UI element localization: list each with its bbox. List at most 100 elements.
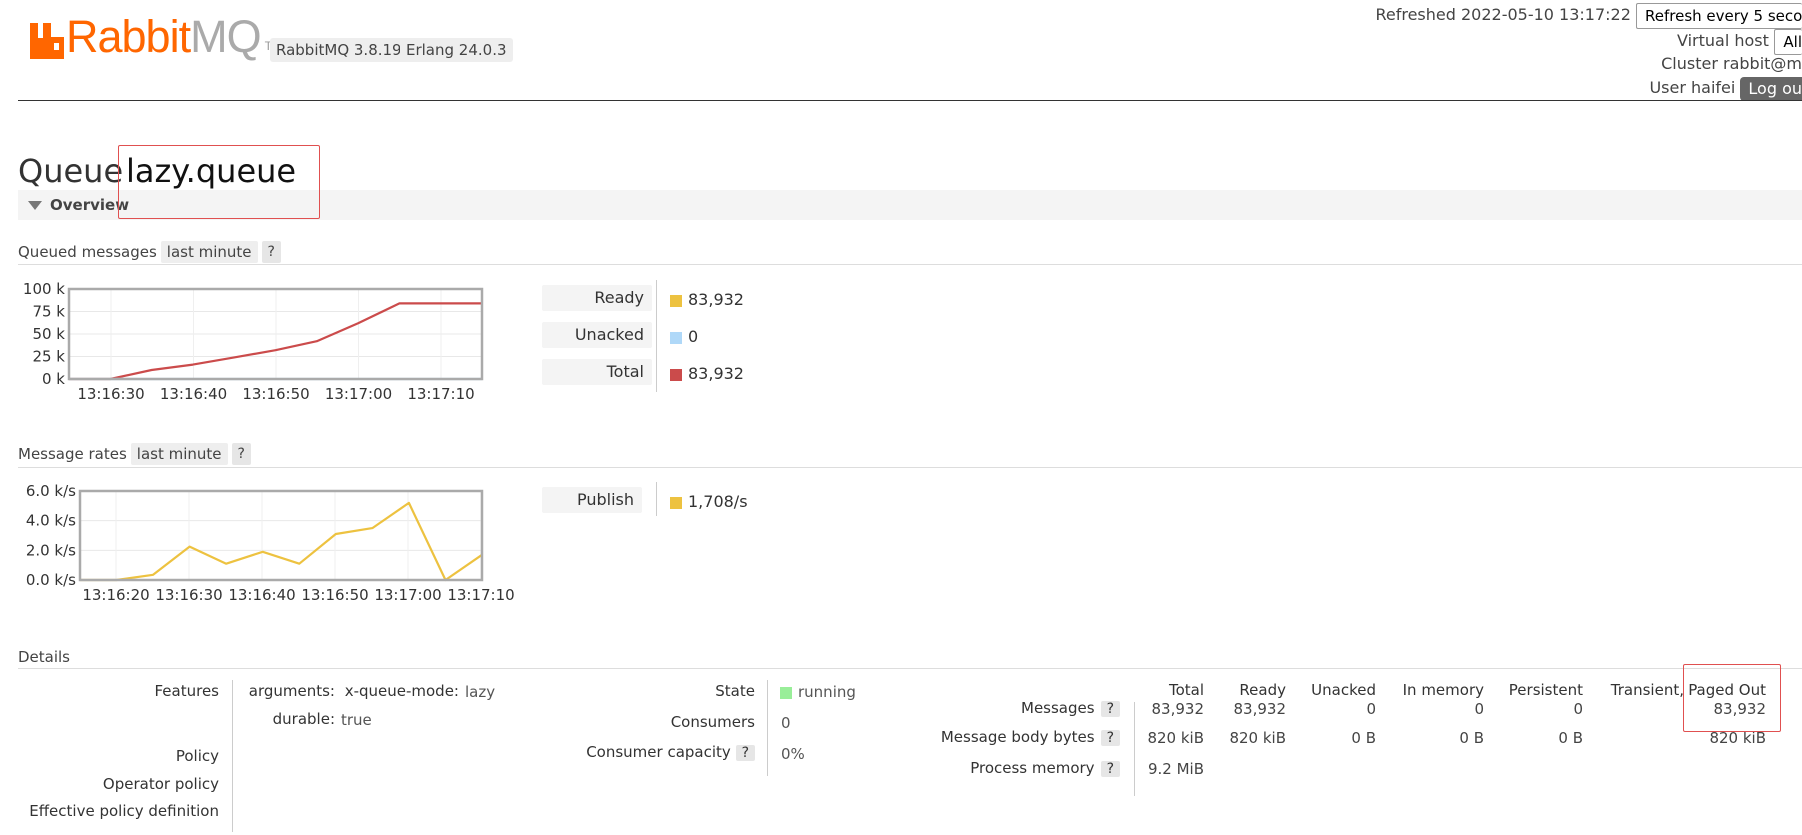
y-tick-label: 6.0 k/s: [26, 482, 76, 500]
refresh-interval-select[interactable]: Refresh every 5 seconds: [1636, 2, 1802, 29]
stats-cell: 0: [1474, 700, 1484, 718]
effective-policy-label: Effective policy definition: [29, 802, 219, 820]
page-title: Queue: [18, 152, 123, 190]
stats-cell: 0: [1366, 700, 1376, 718]
legend-publish-value: 1,708/s: [688, 492, 748, 511]
total-swatch: [670, 368, 682, 381]
legend-publish: Publish: [542, 487, 642, 513]
features-separator: [232, 680, 233, 832]
durable-value: true: [341, 711, 372, 729]
legend-total-label: Total: [542, 359, 652, 385]
stats-separator: [1134, 702, 1135, 796]
consumer-capacity-label: Consumer capacity: [586, 743, 731, 761]
paged-out-highlight: [1683, 664, 1781, 732]
y-tick-label: 100 k: [23, 280, 65, 298]
stats-cell: 0 B: [1558, 729, 1583, 747]
stats-header-persistent: Persistent: [1508, 681, 1583, 699]
y-tick-label: 25 k: [32, 348, 65, 366]
x-tick-label: 13:16:40: [228, 586, 295, 604]
stats-header-in-memory: In memory: [1402, 681, 1484, 699]
consumer-capacity-value: 0%: [781, 745, 805, 763]
y-tick-label: 2.0 k/s: [26, 541, 76, 559]
argument-value: lazy: [465, 683, 496, 701]
message-rates-label: Message rates: [18, 445, 127, 463]
stats-row-help[interactable]: ?: [1100, 730, 1120, 746]
stats-header-ready: Ready: [1239, 681, 1286, 699]
stats-cell: 83,932: [1233, 700, 1287, 718]
consumers-label: Consumers: [670, 713, 755, 731]
consumer-capacity-help[interactable]: ?: [735, 745, 755, 761]
erlang-version-badge: Erlang 24.0.3: [400, 38, 513, 62]
collapse-triangle-icon: [28, 201, 42, 210]
queued-messages-help[interactable]: ?: [261, 241, 281, 263]
stats-cell: 820 kiB: [1229, 729, 1286, 747]
stats-header-total: Total: [1168, 681, 1204, 699]
user-row: User haifei Log ou: [1649, 76, 1802, 101]
state-running-indicator: [780, 686, 792, 699]
x-tick-label: 13:16:30: [77, 385, 144, 403]
user-info: User haifei: [1649, 78, 1736, 97]
message-rates-divider: [18, 467, 1802, 468]
y-tick-label: 75 k: [32, 303, 65, 321]
legend-total: Total: [542, 359, 652, 385]
policy-label: Policy: [175, 747, 219, 765]
queued-messages-divider: [18, 264, 1802, 265]
stats-cell: 0 B: [1459, 729, 1484, 747]
y-tick-label: 50 k: [32, 325, 65, 343]
stats-header-transient: Transient,: [1610, 681, 1684, 699]
stats-row-label-text: Messages: [1021, 699, 1095, 717]
logo-text: RabbitMQ: [66, 11, 262, 62]
legend-separator: [656, 280, 657, 392]
ready-swatch: [670, 294, 682, 307]
message-rates-chart: 6.0 k/s 4.0 k/s 2.0 k/s 0.0 k/s 13:16:20 13:1…: [26, 482, 515, 604]
legend-total-value: 83,932: [688, 364, 744, 383]
operator-policy-label: Operator policy: [102, 775, 219, 793]
legend-publish-label: Publish: [542, 487, 642, 513]
page-title-prefix: Queue: [18, 152, 124, 190]
queued-messages-range[interactable]: last minute: [160, 241, 258, 263]
stats-row-label-text: Process memory: [970, 759, 1095, 777]
stats-cell: 0: [1573, 700, 1583, 718]
state-separator: [767, 680, 768, 776]
message-rates-help[interactable]: ?: [231, 443, 251, 465]
stats-row-help[interactable]: ?: [1100, 701, 1120, 717]
details-divider: [18, 668, 1802, 669]
virtual-host-row: Virtual host All: [1677, 28, 1802, 55]
queued-messages-header: Queued messages last minute ?: [18, 241, 281, 263]
legend-unacked-value: 0: [688, 327, 699, 346]
details-label: Details: [18, 648, 71, 666]
queued-messages-chart: 100 k 75 k 50 k 25 k 0 k 13:16:30 13:16:40 13:1…: [23, 280, 484, 403]
header-divider: [18, 100, 1802, 101]
legend-publish-value-row: 1,708/s: [670, 492, 748, 511]
virtual-host-select[interactable]: All: [1774, 28, 1802, 55]
legend-ready-value-row: 83,932: [670, 290, 744, 309]
stats-row-help[interactable]: ?: [1100, 761, 1120, 777]
consumer-capacity-row: Consumer capacity ?: [520, 742, 755, 764]
publish-swatch: [670, 496, 682, 509]
stats-cell: 83,932: [1151, 700, 1205, 718]
legend-total-value-row: 83,932: [670, 364, 744, 383]
legend-ready-label: Ready: [542, 285, 652, 311]
state-value-row: running: [780, 683, 856, 701]
logout-button[interactable]: Log ou: [1740, 76, 1802, 101]
queue-name: lazy.queue: [126, 152, 297, 190]
rabbitmq-logo[interactable]: RabbitMQ TM: [30, 11, 282, 62]
y-tick-label: 0.0 k/s: [26, 571, 76, 589]
x-tick-label: 13:16:40: [160, 385, 227, 403]
stats-cell: 820 kiB: [1147, 729, 1204, 747]
x-tick-label: 13:17:10: [447, 586, 514, 604]
refreshed-timestamp: Refreshed 2022-05-10 13:17:22: [1375, 5, 1631, 24]
virtual-host-label: Virtual host: [1677, 31, 1769, 50]
refresh-row: Refreshed 2022-05-10 13:17:22 Refresh ev…: [1375, 2, 1802, 29]
x-tick-label: 13:16:50: [242, 385, 309, 403]
x-tick-label: 13:16:30: [155, 586, 222, 604]
stats-cell: 0 B: [1351, 729, 1376, 747]
rabbitmq-logo-icon: [30, 23, 64, 59]
message-rates-range[interactable]: last minute: [130, 443, 228, 465]
legend-unacked-label: Unacked: [542, 322, 652, 348]
legend-ready-value: 83,932: [688, 290, 744, 309]
stats-row-label: Process memory?: [970, 758, 1120, 780]
stats-row-label: Message body bytes?: [941, 727, 1120, 749]
stats-header-unacked: Unacked: [1311, 681, 1376, 699]
unacked-swatch: [670, 331, 682, 344]
